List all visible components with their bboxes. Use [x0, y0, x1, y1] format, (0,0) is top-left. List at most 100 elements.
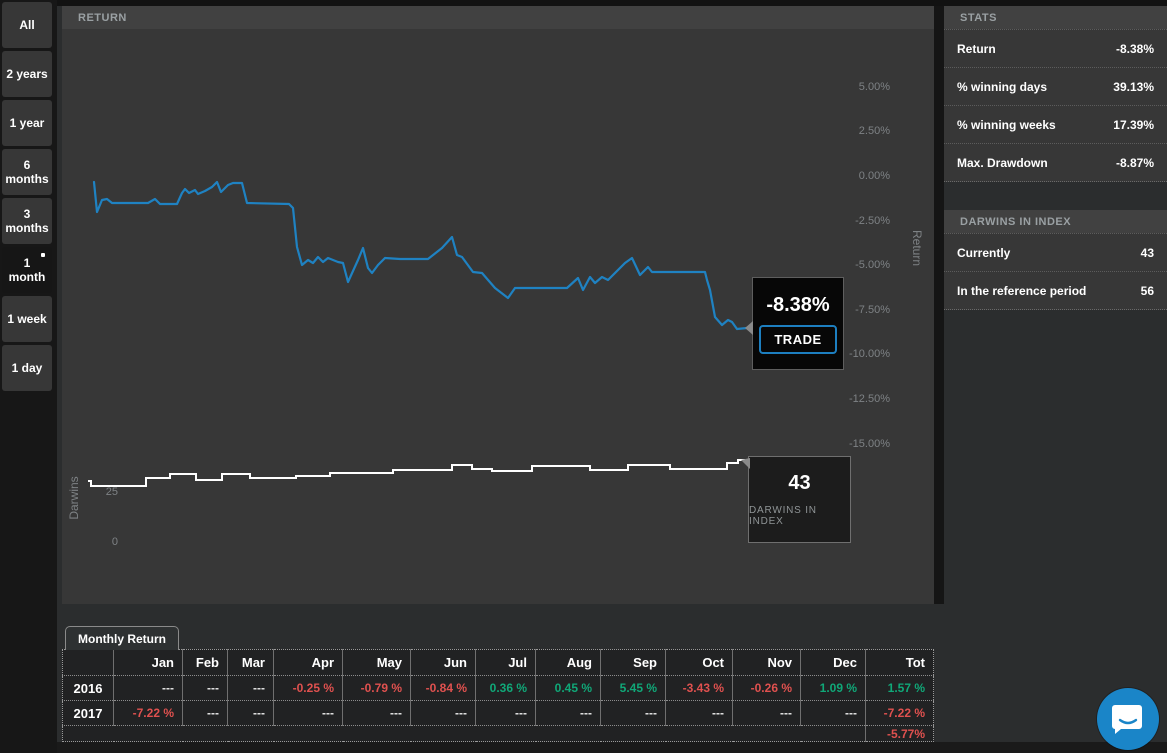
monthly-return-table-wrap: JanFebMarAprMayJunJulAugSepOctNovDecTot … [62, 649, 934, 742]
return-line-series [94, 182, 747, 329]
stat-label: In the reference period [957, 284, 1086, 298]
period-button-3-months[interactable]: 3 months [2, 198, 52, 244]
stat-label: % winning weeks [957, 118, 1056, 132]
stat-row-winning-days: % winning days 39.13% [944, 67, 1167, 105]
stat-value: -8.87% [1116, 156, 1154, 170]
monthly-cell: --- [183, 701, 228, 726]
period-button-all[interactable]: All [2, 2, 52, 48]
monthly-cell: 1.57 % [866, 676, 934, 701]
monthly-cell: --- [228, 701, 274, 726]
monthly-col-header: Apr [274, 650, 343, 676]
axis-tick: 25 [62, 485, 118, 499]
monthly-cell: -0.79 % [343, 676, 411, 701]
chat-launcher-button[interactable] [1097, 688, 1159, 750]
darwins-in-index-panel: DARWINS IN INDEX Currently 43 In the ref… [944, 210, 1167, 310]
darwins-row-currently: Currently 43 [944, 233, 1167, 271]
monthly-cell: --- [228, 676, 274, 701]
monthly-col-header: Oct [666, 650, 733, 676]
monthly-cell: 0.45 % [536, 676, 601, 701]
period-button-2-years[interactable]: 2 years [2, 51, 52, 97]
period-button-6-months[interactable]: 6 months [2, 149, 52, 195]
stat-row-max-drawdown: Max. Drawdown -8.87% [944, 143, 1167, 181]
monthly-row-2016: 2016----------0.25 %-0.79 %-0.84 %0.36 %… [63, 676, 934, 701]
stat-label: Currently [957, 246, 1010, 260]
grand-total-value: -5.77% [866, 726, 934, 742]
monthly-cell: -0.84 % [411, 676, 476, 701]
year-label: 2016 [63, 676, 114, 701]
monthly-col-header: Jan [114, 650, 183, 676]
monthly-row-2017: 2017-7.22 %-----------------------------… [63, 701, 934, 726]
monthly-header-row: JanFebMarAprMayJunJulAugSepOctNovDecTot [63, 650, 934, 676]
axis-tick: -5.00% [810, 258, 890, 272]
monthly-cell: --- [666, 701, 733, 726]
monthly-cell: -7.22 % [866, 701, 934, 726]
monthly-col-header: Tot [866, 650, 934, 676]
grand-total-spacer [63, 726, 866, 742]
period-sidebar: All2 years1 year6 months3 months1 month1… [1, 2, 55, 394]
monthly-cell: -0.25 % [274, 676, 343, 701]
darwins-tooltip-label: DARWINS IN INDEX [749, 505, 850, 527]
stat-value: -8.38% [1116, 42, 1154, 56]
axis-tick: -15.00% [810, 437, 890, 451]
monthly-col-header: Jun [411, 650, 476, 676]
monthly-cell: --- [536, 701, 601, 726]
monthly-col-header [63, 650, 114, 676]
axis-tick: -12.50% [810, 392, 890, 406]
return-tooltip-value: -8.38% [766, 294, 829, 317]
period-button-1-month[interactable]: 1 month [2, 247, 52, 293]
monthly-cell: 1.09 % [801, 676, 866, 701]
axis-tick: 5.00% [810, 80, 890, 94]
stat-label: % winning days [957, 80, 1047, 94]
monthly-col-header: Dec [801, 650, 866, 676]
return-tooltip: -8.38% TRADE [752, 277, 844, 370]
tab-monthly-return[interactable]: Monthly Return [65, 626, 179, 650]
monthly-cell: --- [411, 701, 476, 726]
monthly-cell: --- [183, 676, 228, 701]
stat-row-winning-weeks: % winning weeks 17.39% [944, 105, 1167, 143]
monthly-col-header: Nov [733, 650, 801, 676]
monthly-grand-total-row: -5.77% [63, 726, 934, 742]
monthly-cell: --- [114, 676, 183, 701]
monthly-cell: --- [601, 701, 666, 726]
monthly-col-header: Aug [536, 650, 601, 676]
bottom-margin [57, 742, 1167, 753]
darwins-row-reference-period: In the reference period 56 [944, 271, 1167, 309]
stat-label: Max. Drawdown [957, 156, 1048, 170]
axis-tick: 0.00% [810, 169, 890, 183]
monthly-cell: --- [801, 701, 866, 726]
tooltip-arrow-icon [745, 321, 753, 335]
period-button-1-week[interactable]: 1 week [2, 296, 52, 342]
stat-value: 56 [1141, 284, 1154, 298]
darwins-step-series [88, 460, 745, 486]
axis-tick: -2.50% [810, 214, 890, 228]
return-axis-label: Return [910, 230, 924, 266]
darwins-tooltip-value: 43 [788, 472, 810, 495]
stat-value: 17.39% [1113, 118, 1154, 132]
selected-dot [41, 253, 45, 257]
monthly-cell: 5.45 % [601, 676, 666, 701]
stat-row-return: Return -8.38% [944, 29, 1167, 67]
chat-bubble-icon [1111, 703, 1145, 735]
darwins-tooltip: 43 DARWINS IN INDEX [748, 456, 851, 543]
stats-panel-title: STATS [944, 6, 1167, 29]
monthly-tbody: 2016----------0.25 %-0.79 %-0.84 %0.36 %… [63, 676, 934, 742]
monthly-col-header: Mar [228, 650, 274, 676]
panel-gap [934, 6, 944, 604]
monthly-col-header: Sep [601, 650, 666, 676]
monthly-return-table: JanFebMarAprMayJunJulAugSepOctNovDecTot … [62, 649, 934, 742]
monthly-cell: --- [343, 701, 411, 726]
monthly-col-header: Feb [183, 650, 228, 676]
period-button-1-year[interactable]: 1 year [2, 100, 52, 146]
monthly-cell: --- [476, 701, 536, 726]
stats-panel: STATS Return -8.38% % winning days 39.13… [944, 6, 1167, 182]
period-button-1-day[interactable]: 1 day [2, 345, 52, 391]
axis-tick: 0 [62, 535, 118, 549]
stat-label: Return [957, 42, 996, 56]
monthly-cell: -7.22 % [114, 701, 183, 726]
stat-value: 43 [1141, 246, 1154, 260]
axis-tick: 2.50% [810, 124, 890, 138]
monthly-cell: --- [733, 701, 801, 726]
year-label: 2017 [63, 701, 114, 726]
monthly-col-header: Jul [476, 650, 536, 676]
trade-button[interactable]: TRADE [759, 325, 836, 354]
